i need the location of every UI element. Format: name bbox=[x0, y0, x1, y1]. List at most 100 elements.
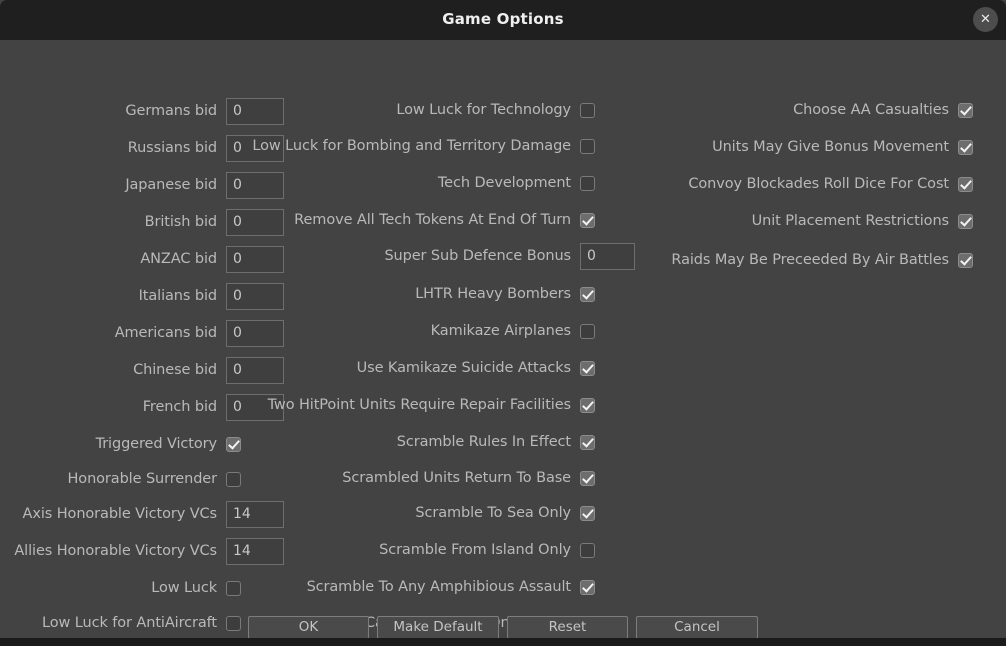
option-control-slot bbox=[580, 579, 640, 595]
option-label: Scramble Rules In Effect bbox=[396, 434, 571, 450]
option-control-slot bbox=[958, 139, 982, 155]
input-super-sub-defence-bonus[interactable] bbox=[580, 242, 635, 270]
option-control-slot bbox=[226, 245, 288, 273]
option-control-slot bbox=[958, 176, 982, 192]
checkbox-scrambled-units-return-to-base[interactable] bbox=[580, 470, 595, 486]
option-label: LHTR Heavy Bombers bbox=[415, 286, 571, 302]
option-row-allies-honorable-victory-vcs: Allies Honorable Victory VCs bbox=[0, 537, 288, 565]
input-italians-bid[interactable] bbox=[226, 282, 284, 310]
input-chinese-bid[interactable] bbox=[226, 356, 284, 384]
option-label: Kamikaze Airplanes bbox=[430, 323, 571, 339]
option-label: Units May Give Bonus Movement bbox=[712, 139, 949, 155]
option-row-anzac-bid: ANZAC bid bbox=[0, 245, 288, 273]
checkbox-scramble-from-island-only[interactable] bbox=[580, 542, 595, 558]
option-label: French bid bbox=[142, 399, 217, 415]
checkbox-honorable-surrender[interactable] bbox=[226, 471, 241, 487]
option-row-scramble-from-island-only: Scramble From Island Only bbox=[300, 536, 640, 564]
checkbox-kamikaze-airplanes[interactable] bbox=[580, 323, 595, 339]
option-label: British bid bbox=[144, 214, 217, 230]
option-label: Remove All Tech Tokens At End Of Turn bbox=[294, 212, 571, 228]
make-default-button[interactable]: Make Default bbox=[377, 615, 499, 639]
option-row-italians-bid: Italians bid bbox=[0, 282, 288, 310]
option-control-slot bbox=[226, 97, 288, 125]
input-allies-honorable-victory-vcs[interactable] bbox=[226, 537, 284, 565]
option-label: Scrambled Units Return To Base bbox=[342, 470, 571, 486]
option-row-choose-aa-casualties: Choose AA Casualties bbox=[660, 96, 982, 124]
option-label: Unit Placement Restrictions bbox=[751, 213, 949, 229]
option-label: Tech Development bbox=[437, 175, 571, 191]
option-label: Low Luck bbox=[151, 580, 217, 596]
checkbox-scramble-to-sea-only[interactable] bbox=[580, 505, 595, 521]
option-row-germans-bid: Germans bid bbox=[0, 97, 288, 125]
option-label: Low Luck for Technology bbox=[396, 102, 571, 118]
option-label: Low Luck for Bombing and Territory Damag… bbox=[252, 138, 571, 154]
checkbox-scramble-rules-in-effect[interactable] bbox=[580, 434, 595, 450]
option-control-slot bbox=[958, 252, 982, 268]
dialog-title: Game Options bbox=[442, 10, 564, 28]
option-control-slot bbox=[580, 470, 640, 486]
option-label: Americans bid bbox=[114, 325, 217, 341]
option-control-slot bbox=[580, 397, 640, 413]
option-row-super-sub-defence-bonus: Super Sub Defence Bonus bbox=[300, 242, 640, 270]
checkbox-convoy-blockades-roll-dice-for-cost[interactable] bbox=[958, 176, 973, 192]
checkbox-low-luck[interactable] bbox=[226, 580, 241, 596]
option-row-japanese-bid: Japanese bid bbox=[0, 171, 288, 199]
option-control-slot bbox=[580, 286, 640, 302]
option-control-slot bbox=[580, 323, 640, 339]
option-label: Scramble To Sea Only bbox=[415, 505, 571, 521]
option-control-slot bbox=[226, 500, 288, 528]
input-anzac-bid[interactable] bbox=[226, 245, 284, 273]
option-row-raids-may-be-preceeded-by-air-battles: Raids May Be Preceeded By Air Battles bbox=[660, 246, 982, 274]
close-icon-glyph: ✕ bbox=[980, 12, 991, 27]
option-row-british-bid: British bid bbox=[0, 208, 288, 236]
option-row-use-kamikaze-suicide-attacks: Use Kamikaze Suicide Attacks bbox=[300, 354, 640, 382]
dialog-titlebar: Game Options ✕ bbox=[0, 0, 1006, 41]
option-control-slot bbox=[226, 171, 288, 199]
checkbox-scramble-to-any-amphibious-assault[interactable] bbox=[580, 579, 595, 595]
option-label: Axis Honorable Victory VCs bbox=[22, 506, 218, 522]
checkbox-choose-aa-casualties[interactable] bbox=[958, 102, 973, 118]
checkbox-units-may-give-bonus-movement[interactable] bbox=[958, 139, 973, 155]
option-label: Italians bid bbox=[138, 288, 217, 304]
option-label: Triggered Victory bbox=[95, 436, 218, 452]
option-control-slot bbox=[580, 175, 640, 191]
input-germans-bid[interactable] bbox=[226, 97, 284, 125]
option-row-low-luck: Low Luck bbox=[0, 574, 288, 602]
checkbox-unit-placement-restrictions[interactable] bbox=[958, 213, 973, 229]
option-control-slot bbox=[226, 471, 288, 487]
option-row-remove-all-tech-tokens-at-end-of-turn: Remove All Tech Tokens At End Of Turn bbox=[294, 206, 640, 234]
input-americans-bid[interactable] bbox=[226, 319, 284, 347]
option-row-triggered-victory: Triggered Victory bbox=[0, 430, 288, 458]
checkbox-use-kamikaze-suicide-attacks[interactable] bbox=[580, 360, 595, 376]
input-japanese-bid[interactable] bbox=[226, 171, 284, 199]
reset-button[interactable]: Reset bbox=[507, 615, 628, 639]
option-row-french-bid: French bid bbox=[0, 393, 288, 421]
input-british-bid[interactable] bbox=[226, 208, 284, 236]
checkbox-triggered-victory[interactable] bbox=[226, 436, 241, 452]
checkbox-low-luck-for-technology[interactable] bbox=[580, 102, 595, 118]
option-label: Allies Honorable Victory VCs bbox=[14, 543, 217, 559]
checkbox-low-luck-for-bombing-and-territory-damage[interactable] bbox=[580, 138, 595, 154]
close-icon[interactable]: ✕ bbox=[973, 7, 998, 32]
option-label: Two HitPoint Units Require Repair Facili… bbox=[267, 397, 572, 413]
option-row-honorable-surrender: Honorable Surrender bbox=[0, 465, 288, 493]
cancel-button[interactable]: Cancel bbox=[636, 615, 758, 639]
dialog-bottom-edge bbox=[0, 638, 1006, 646]
option-label: ANZAC bid bbox=[140, 251, 217, 267]
option-label: Chinese bid bbox=[133, 362, 217, 378]
option-control-slot bbox=[958, 102, 982, 118]
input-axis-honorable-victory-vcs[interactable] bbox=[226, 500, 284, 528]
checkbox-remove-all-tech-tokens-at-end-of-turn[interactable] bbox=[580, 212, 595, 228]
option-control-slot bbox=[580, 102, 640, 118]
checkbox-lhtr-heavy-bombers[interactable] bbox=[580, 286, 595, 302]
checkbox-tech-development[interactable] bbox=[580, 175, 595, 191]
option-control-slot bbox=[226, 537, 288, 565]
checkbox-two-hitpoint-units-require-repair-facilities[interactable] bbox=[580, 397, 595, 413]
option-row-scramble-to-sea-only: Scramble To Sea Only bbox=[300, 499, 640, 527]
dialog-content: Germans bid Russians bid Japanese bid Briti… bbox=[0, 40, 1006, 646]
checkbox-raids-may-be-preceeded-by-air-battles[interactable] bbox=[958, 252, 973, 268]
option-control-slot bbox=[580, 542, 640, 558]
option-control-slot bbox=[226, 319, 288, 347]
ok-button[interactable]: OK bbox=[248, 615, 369, 639]
option-control-slot bbox=[580, 360, 640, 376]
